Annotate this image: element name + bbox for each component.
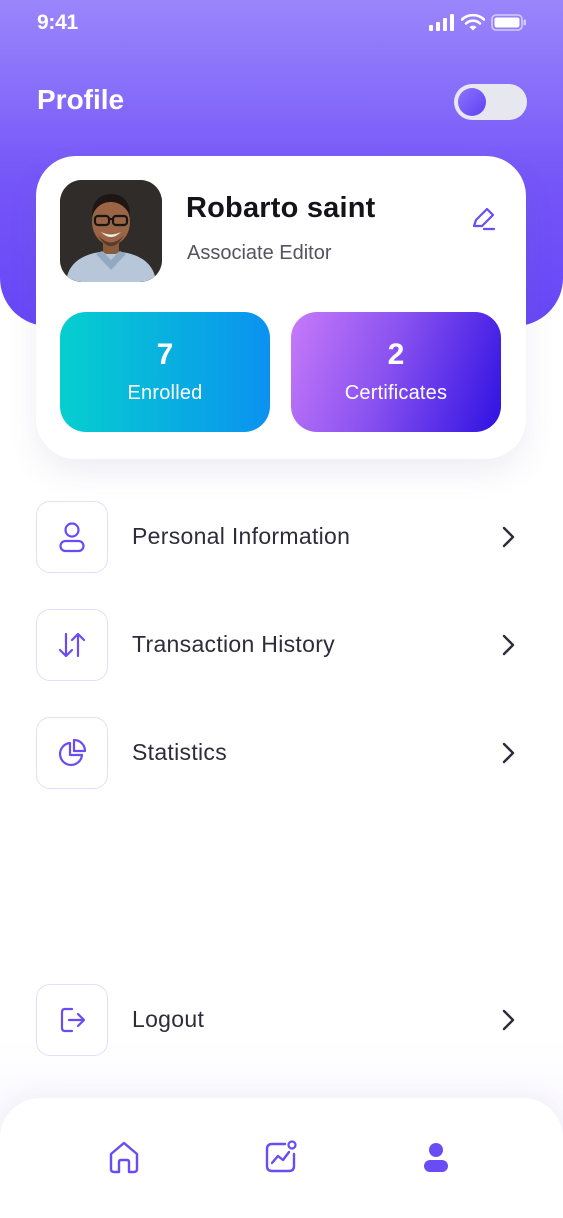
chevron-right-icon [502,742,515,764]
profile-card: Robarto saint Associate Editor 7 Enrolle… [36,156,526,459]
battery-icon [491,14,526,31]
menu-item-transaction-history[interactable]: Transaction History [36,609,526,681]
status-time: 9:41 [37,11,78,34]
logout-icon [60,1007,86,1033]
home-icon [109,1141,139,1174]
menu-item-statistics[interactable]: Statistics [36,717,526,789]
edit-profile-button[interactable] [468,204,498,234]
transfer-arrows-icon [58,632,86,658]
theme-toggle[interactable] [454,84,527,120]
tab-profile[interactable] [418,1138,454,1176]
menu-icon-box [36,609,108,681]
user-icon [59,522,85,553]
page-title: Profile [37,84,125,115]
user-name: Robarto saint [186,192,376,224]
certificates-stat-card[interactable]: 2 Certificates [291,312,501,432]
menu-item-personal-information[interactable]: Personal Information [36,501,526,573]
status-bar: 9:41 [0,0,563,46]
menu-icon-box [36,717,108,789]
chevron-right-icon [502,1009,515,1031]
toggle-knob [458,88,486,116]
bottom-tab-bar [0,1098,563,1218]
wifi-icon [461,14,485,31]
profile-icon [424,1143,448,1172]
certificates-count: 2 [387,338,405,371]
avatar-photo [60,180,162,282]
enrolled-label: Enrolled [127,382,203,404]
menu-label-statistics: Statistics [132,739,228,765]
menu-icon-box [36,501,108,573]
signal-icon [429,14,454,31]
avatar[interactable] [60,180,162,282]
logout-button[interactable]: Logout [36,984,526,1056]
pie-chart-icon [58,738,87,767]
chart-icon [265,1140,297,1173]
menu-label-transaction-history: Transaction History [132,631,335,657]
user-role: Associate Editor [187,242,332,264]
enrolled-stat-card[interactable]: 7 Enrolled [60,312,270,432]
enrolled-count: 7 [156,338,174,371]
certificates-label: Certificates [344,382,448,404]
status-icons [429,14,527,31]
tab-activity[interactable] [263,1138,299,1176]
chevron-right-icon [502,634,515,656]
pencil-icon [472,207,496,231]
menu-label-personal-information: Personal Information [132,523,351,549]
logout-label: Logout [132,1006,205,1032]
menu-icon-box [36,984,108,1056]
tab-home[interactable] [106,1138,142,1176]
chevron-right-icon [502,526,515,548]
